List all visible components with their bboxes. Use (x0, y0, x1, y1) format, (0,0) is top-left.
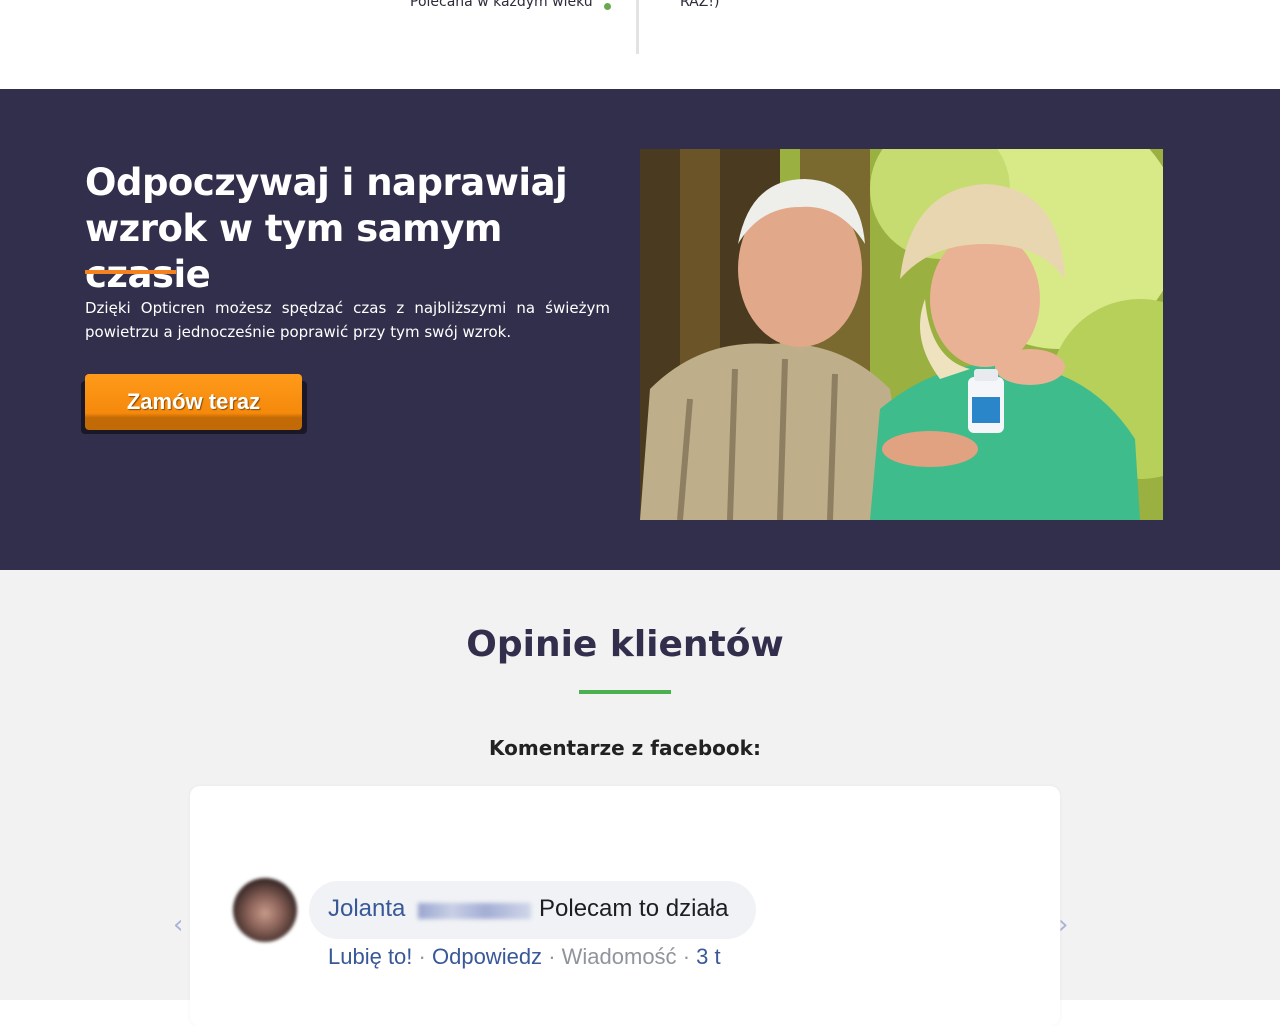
message-link[interactable]: Wiadomość (562, 944, 677, 969)
reply-link[interactable]: Odpowiedz (432, 944, 542, 969)
comment-bubble: Jolanta Polecam to działa (309, 881, 756, 939)
separator: · (548, 944, 556, 969)
comment-text: Polecam to działa (539, 895, 729, 922)
hero-section: Odpoczywaj i naprawiaj wzrok w tym samym… (0, 89, 1280, 570)
hero-description: Dzięki Opticren możesz spędzać czas z na… (85, 299, 610, 341)
feature-text-left: Polecana w każdym wieku (410, 0, 593, 10)
hero-title-underline (85, 270, 176, 274)
top-strip: Polecana w każdym wieku RAZ!) (0, 0, 1280, 89)
separator: · (682, 944, 691, 969)
green-bullet-icon (604, 3, 611, 10)
hero-photo-elderly-couple (640, 149, 1163, 520)
avatar[interactable] (233, 878, 297, 942)
reviews-title-underline (579, 690, 671, 694)
reviews-title: Opinie klientów (466, 624, 784, 665)
separator: · (418, 944, 426, 969)
commenter-name[interactable]: Jolanta (328, 895, 405, 923)
order-now-button[interactable]: Zamów teraz (85, 374, 302, 430)
facebook-comments-heading: Komentarze z facebook: (489, 736, 761, 760)
elderly-couple-illustration (640, 149, 1163, 520)
blurred-surname (418, 903, 531, 919)
like-link[interactable]: Lubię to! (328, 944, 412, 969)
feature-text-right: RAZ!) (680, 0, 720, 10)
hero-title: Odpoczywaj i naprawiaj wzrok w tym samym… (85, 161, 568, 296)
reviews-section: Opinie klientów Komentarze z facebook: ‹… (0, 570, 1280, 1026)
facebook-comment-card: Jolanta Polecam to działa Lubię to! · Od… (190, 786, 1060, 1026)
vertical-divider (636, 0, 639, 54)
comment-time: 3 t (696, 944, 721, 969)
comment-actions: Lubię to! · Odpowiedz · Wiadomość · 3 t (328, 944, 721, 970)
carousel-next-arrow-icon[interactable]: › (1058, 912, 1078, 938)
